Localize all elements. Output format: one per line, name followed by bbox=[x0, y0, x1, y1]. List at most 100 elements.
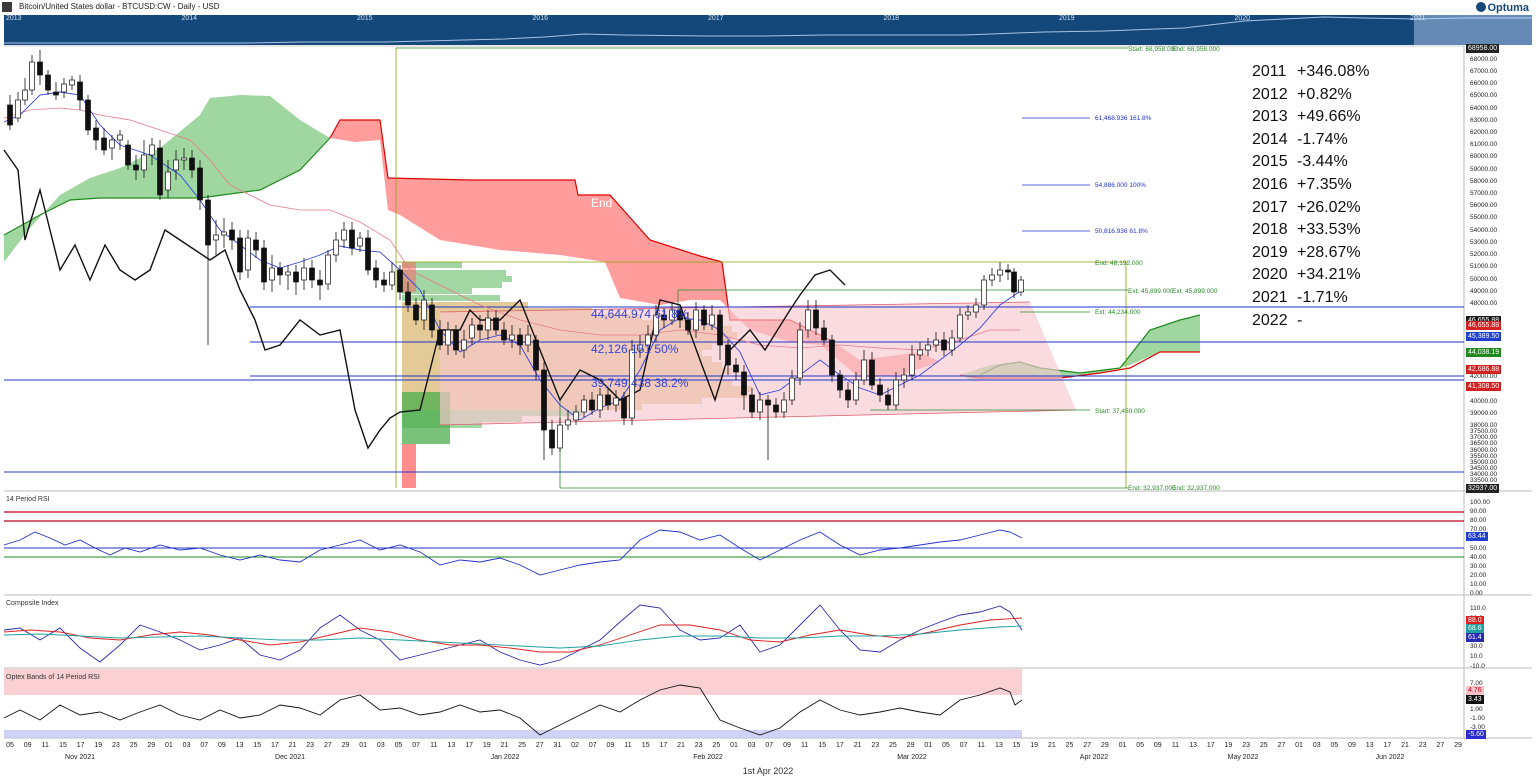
x-tick-label: 21 bbox=[853, 742, 862, 749]
candle-body bbox=[845, 389, 851, 401]
candle-body bbox=[573, 411, 579, 421]
candle-body bbox=[453, 329, 459, 351]
year-return-row: 2015 -3.44% bbox=[1252, 151, 1370, 174]
composite-slow-ma bbox=[3, 625, 1023, 649]
x-tick-label: 17 bbox=[836, 742, 844, 749]
x-tick-label: 13 bbox=[447, 742, 456, 749]
start-37450-label: Start: 37,450.000 bbox=[1095, 408, 1145, 415]
x-tick-label: 23 bbox=[306, 742, 315, 749]
year-return-row: 2012 +0.82% bbox=[1252, 84, 1370, 107]
price-axis-label: 66000.00 bbox=[1470, 80, 1498, 88]
optex-badge: 3.43 bbox=[1466, 695, 1484, 704]
candle-body bbox=[853, 379, 859, 401]
candle-body bbox=[917, 349, 923, 356]
candle-body bbox=[533, 339, 539, 371]
composite-axis-label: -10.0 bbox=[1470, 662, 1485, 670]
candle-body bbox=[829, 339, 835, 376]
x-tick-label: 09 bbox=[1348, 742, 1356, 749]
candle-body bbox=[821, 327, 827, 341]
x-tick-label: 25 bbox=[889, 742, 897, 749]
price-badge: 68958.00 bbox=[1466, 44, 1500, 53]
price-axis-label: 53000.00 bbox=[1470, 238, 1498, 246]
candle-body bbox=[621, 397, 627, 419]
x-tick-label: 01 bbox=[359, 742, 368, 749]
candle-body bbox=[749, 394, 755, 413]
price-axis-label: 49000.00 bbox=[1470, 287, 1498, 295]
candle-body bbox=[405, 291, 411, 306]
candle-body bbox=[725, 344, 731, 366]
x-tick-label: 05 bbox=[1330, 742, 1339, 749]
yearly-returns-list: 2011 +346.08% 2012 +0.82% 2013 +49.66% 2014 -1.… bbox=[1252, 61, 1370, 332]
candle-body bbox=[981, 279, 987, 306]
x-month-label: Nov 2021 bbox=[65, 754, 95, 761]
candle-body bbox=[989, 274, 995, 281]
x-tick-label: 29 bbox=[147, 742, 156, 749]
candle-body bbox=[813, 309, 819, 329]
price-axis-label: 68000.00 bbox=[1470, 55, 1498, 63]
year-label: 2018 bbox=[1252, 221, 1288, 239]
x-tick-label: 07 bbox=[412, 742, 421, 749]
return-value: +33.53% bbox=[1297, 221, 1361, 239]
year-return-row: 2020 +34.21% bbox=[1252, 264, 1370, 287]
year-label: 2017 bbox=[1252, 198, 1288, 216]
year-label: 2012 bbox=[1252, 85, 1288, 103]
candle-body bbox=[149, 144, 155, 156]
price-badge: 32937.00 bbox=[1466, 484, 1500, 493]
year-return-row: 2019 +28.67% bbox=[1252, 242, 1370, 265]
return-value: - bbox=[1297, 311, 1303, 329]
x-tick-label: 11 bbox=[430, 742, 438, 749]
candle-body bbox=[325, 254, 331, 285]
year-label: 2021 bbox=[1252, 288, 1288, 306]
x-tick-label: 21 bbox=[500, 742, 509, 749]
candle-body bbox=[909, 354, 915, 376]
x-tick-label: 05 bbox=[6, 742, 14, 749]
year-return-row: 2018 +33.53% bbox=[1252, 219, 1370, 242]
candle-body bbox=[173, 159, 179, 171]
optex-axis-label: -1.00 bbox=[1470, 715, 1485, 723]
optex-badge: 4.76 bbox=[1466, 686, 1484, 695]
candle-body bbox=[597, 394, 603, 411]
x-month-label: Jun 2022 bbox=[1375, 754, 1405, 761]
return-value: +34.21% bbox=[1297, 266, 1361, 284]
candle-body bbox=[869, 359, 875, 386]
x-tick-label: 19 bbox=[482, 742, 491, 749]
x-tick-label: 05 bbox=[941, 742, 950, 749]
price-axis-label: 62000.00 bbox=[1470, 128, 1498, 136]
candle-body bbox=[893, 379, 899, 406]
candle-body bbox=[997, 269, 1003, 276]
return-value: +7.35% bbox=[1297, 175, 1352, 193]
candle-body bbox=[85, 99, 91, 131]
year-return-row: 2022- bbox=[1252, 310, 1370, 333]
price-badge: 42,686.88 bbox=[1466, 364, 1502, 374]
rsi-axis-label: 50.00 bbox=[1470, 544, 1487, 552]
candle-body bbox=[301, 267, 307, 281]
return-value: +28.67% bbox=[1297, 243, 1361, 261]
year-label: 2011 bbox=[1252, 63, 1287, 80]
x-tick-label: 19 bbox=[94, 742, 103, 749]
candle-body bbox=[837, 374, 843, 391]
rsi-axis-label: 90.00 bbox=[1470, 508, 1487, 516]
candle-body bbox=[269, 267, 275, 281]
candle-body bbox=[1005, 269, 1011, 273]
price-axis-label: 51000.00 bbox=[1470, 263, 1498, 271]
candle-body bbox=[141, 154, 147, 171]
x-tick-label: 27 bbox=[535, 742, 544, 749]
year-label: 2016 bbox=[1252, 175, 1288, 193]
candle-body bbox=[165, 171, 171, 191]
x-tick-label: 29 bbox=[1100, 742, 1109, 749]
rsi-badge: 63.44 bbox=[1466, 532, 1488, 541]
x-tick-label: 21 bbox=[1047, 742, 1056, 749]
x-tick-label: 09 bbox=[606, 742, 615, 749]
candle-body bbox=[69, 79, 75, 86]
candle-body bbox=[373, 267, 379, 281]
year-return-row: 2013 +49.66% bbox=[1252, 106, 1370, 129]
candle-body bbox=[245, 237, 251, 271]
x-tick-label: 21 bbox=[1401, 742, 1409, 749]
candle-body bbox=[525, 334, 531, 346]
x-tick-label: 17 bbox=[465, 742, 474, 749]
year-return-row: 2011 +346.08% bbox=[1252, 61, 1370, 84]
year-return-row: 2014 -1.74% bbox=[1252, 129, 1370, 152]
x-tick-label: 05 bbox=[394, 742, 403, 749]
return-value: -1.74% bbox=[1297, 130, 1348, 148]
ext-label-2: Ext: 45,899.000 bbox=[1172, 288, 1218, 295]
